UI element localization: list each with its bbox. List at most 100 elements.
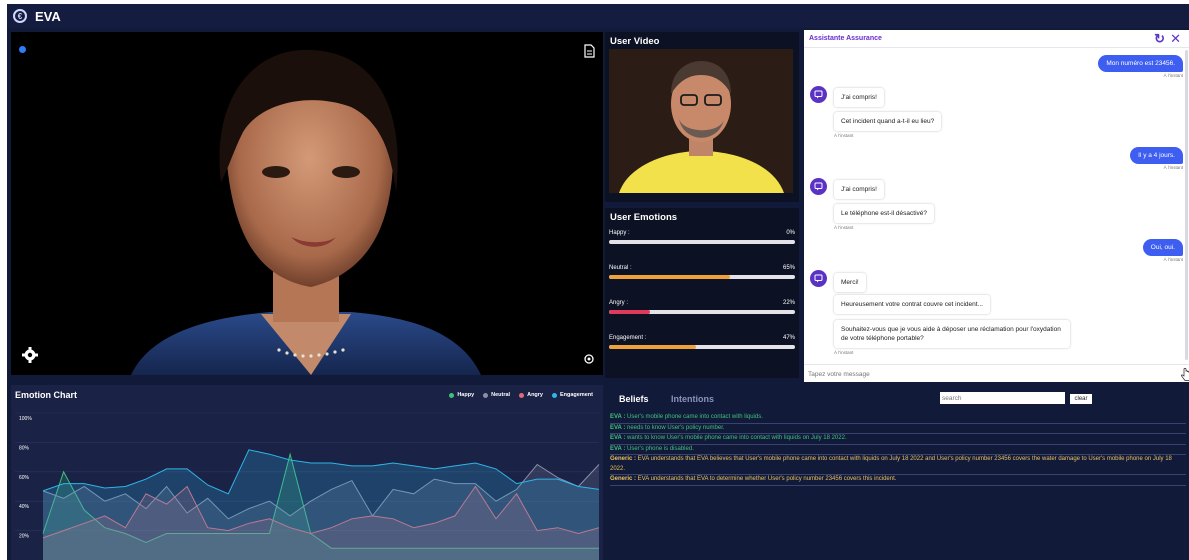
legend-label: Engagement: [559, 392, 593, 398]
belief-item: EVA : needs to know User's policy number…: [610, 424, 1186, 434]
bot-avatar-icon: [810, 178, 827, 195]
legend-dot: [551, 392, 557, 398]
chat-message-bot: Le téléphone est-il désactivé?: [834, 204, 935, 223]
emotion-label: Neutral :: [609, 265, 632, 271]
emotion-label: Engagement :: [609, 335, 647, 341]
emotion-label: Happy :: [609, 230, 630, 236]
chat-input-bar: [804, 364, 1189, 382]
chat-message-bot: Heureusement votre contrat couvre cet in…: [834, 295, 990, 314]
beliefs-search-input[interactable]: [940, 392, 1065, 404]
legend-label: Neutral: [491, 392, 511, 398]
bot-avatar-icon: [810, 270, 827, 287]
chat-panel: Assistante Assurance ↻ ✕ Mon numéro est …: [804, 30, 1189, 382]
chat-timestamp: À l'instant: [1163, 73, 1183, 78]
chat-title: Assistante Assurance: [809, 35, 882, 42]
emotion-percent: 22%: [782, 300, 795, 306]
user-video-image: [609, 49, 793, 193]
chart-y-tick-label: 100%: [19, 416, 32, 422]
app-title: EVA: [35, 8, 61, 24]
user-emotions-panel: User Emotions Happy : 0% Neutral : 65% A…: [605, 208, 799, 378]
chart-y-tick-label: 20%: [19, 534, 30, 540]
legend-label: Happy: [457, 392, 475, 398]
chat-timestamp: À l'instant: [1163, 165, 1183, 170]
user-emotions-title: User Emotions: [610, 212, 678, 223]
chat-message-user: Il y a 4 jours.: [1130, 147, 1183, 164]
eva-logo-icon: €: [13, 9, 27, 23]
chat-message-bot: Souhaitez-vous que je vous aide à dépose…: [834, 320, 1070, 348]
legend-dot: [519, 392, 525, 398]
emotion-bar: [609, 310, 795, 314]
chat-timestamp: À l'instant: [834, 225, 854, 230]
hand-cursor-icon: [1181, 368, 1189, 381]
clear-button[interactable]: clear: [1070, 394, 1092, 404]
belief-text: wants to know User's mobile phone came i…: [625, 435, 847, 441]
emotion-percent: 47%: [782, 335, 795, 341]
emotion-chart: 20% 40% 60% 80% 100%: [15, 412, 600, 560]
user-video-frame: [609, 49, 793, 193]
chart-y-tick-label: 80%: [19, 445, 30, 451]
legend-item-angry[interactable]: Angry: [519, 392, 543, 398]
emotion-bar-fill: [609, 310, 650, 314]
beliefs-panel: Beliefs Intentions clear EVA : User's mo…: [605, 385, 1189, 560]
legend-item-happy[interactable]: Happy: [449, 392, 474, 398]
user-video-panel: User Video: [605, 32, 799, 202]
legend-label: Angry: [527, 392, 543, 398]
emotion-bar: [609, 345, 795, 349]
belief-item: EVA : wants to know User's mobile phone …: [610, 434, 1186, 445]
chat-timestamp: À l'instant: [1163, 257, 1183, 262]
belief-source: Generic :: [610, 476, 637, 482]
chat-header: Assistante Assurance ↻ ✕: [804, 30, 1189, 48]
status-dot: [19, 46, 26, 53]
document-icon[interactable]: [584, 44, 595, 58]
legend-item-neutral[interactable]: Neutral: [483, 392, 510, 398]
emotion-percent: 0%: [786, 230, 795, 236]
avatar-panel: [11, 32, 603, 375]
chart-y-tick-label: 40%: [19, 504, 30, 510]
tab-intentions[interactable]: Intentions: [671, 394, 714, 404]
belief-source: EVA :: [610, 445, 626, 452]
chat-timestamp: À l'instant: [834, 133, 854, 138]
belief-item: Generic : EVA understands that EVA to de…: [610, 475, 1186, 486]
close-icon[interactable]: ✕: [1170, 31, 1181, 47]
tab-beliefs[interactable]: Beliefs: [619, 394, 649, 404]
chat-scrollbar[interactable]: [1185, 50, 1188, 360]
belief-source: EVA :: [610, 424, 626, 431]
chat-message-user: Mon numéro est 23456.: [1098, 55, 1183, 72]
belief-text: User's phone is disabled.: [625, 445, 694, 452]
emotion-bar: [609, 240, 795, 244]
belief-item: EVA : User's mobile phone came into cont…: [610, 413, 1186, 424]
chat-message-bot: J'ai compris!: [834, 88, 884, 107]
top-bar: € EVA: [7, 4, 1189, 28]
chart-area-engagement: [43, 449, 599, 560]
chat-message-user: Oui, oui.: [1142, 239, 1183, 256]
belief-text: needs to know User's policy number.: [625, 424, 725, 431]
emotion-bar: [609, 275, 795, 279]
avatar-illustration: [131, 49, 481, 375]
legend-item-engagement[interactable]: Engagement: [551, 392, 593, 398]
belief-list: EVA : User's mobile phone came into cont…: [610, 413, 1189, 486]
chat-message-bot: Merci!: [834, 273, 866, 292]
belief-item: EVA : User's phone is disabled.: [610, 445, 1186, 455]
settings-gear-icon[interactable]: [22, 347, 38, 363]
belief-text: EVA understands that EVA believes that U…: [610, 456, 1172, 472]
refresh-icon[interactable]: ↻: [1154, 31, 1165, 47]
belief-text: EVA understands that EVA to determine wh…: [636, 476, 897, 482]
belief-source: Generic :: [610, 456, 637, 462]
belief-item: Generic : EVA understands that EVA belie…: [610, 455, 1186, 475]
emotion-bar-fill: [609, 275, 730, 279]
small-gear-icon[interactable]: [583, 353, 595, 365]
belief-source: EVA :: [610, 414, 626, 420]
legend-dot: [449, 392, 455, 398]
emotion-percent: 65%: [782, 265, 795, 271]
belief-source: EVA :: [610, 435, 626, 441]
chat-message-bot: J'ai compris!: [834, 180, 884, 199]
emotion-bar-fill: [609, 345, 697, 349]
chart-legend: Happy Neutral Angry Engagement: [449, 392, 593, 398]
belief-text: User's mobile phone came into contact wi…: [625, 414, 763, 420]
app-window: € EVA User Video User Emotions Happy: 0…: [7, 4, 1189, 560]
bot-avatar-icon: [810, 86, 827, 103]
chat-message-input[interactable]: [808, 368, 1168, 380]
emotion-label: Angry :: [609, 300, 629, 306]
chat-timestamp: À l'instant: [834, 350, 854, 355]
chat-message-bot: Cet incident quand a-t-il eu lieu?: [834, 112, 942, 131]
